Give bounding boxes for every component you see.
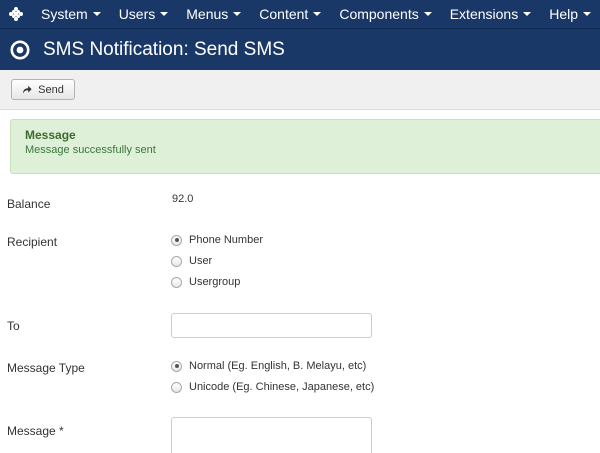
- recipient-label: Recipient: [7, 235, 58, 249]
- radio-label: Usergroup: [189, 276, 241, 288]
- radio-button[interactable]: [171, 381, 182, 393]
- menu-label: Content: [259, 6, 309, 22]
- radio-button[interactable]: [171, 234, 182, 246]
- menu-content[interactable]: Content: [250, 0, 330, 28]
- target-icon: [10, 40, 30, 59]
- to-label: To: [7, 319, 20, 333]
- caret-down-icon: [423, 12, 432, 16]
- radio-label: Phone Number: [189, 234, 263, 246]
- recipient-option-phone-number[interactable]: Phone Number: [171, 234, 263, 246]
- menu-label: Components: [339, 6, 419, 22]
- page-title: SMS Notification: Send SMS: [43, 38, 285, 60]
- joomla-logo-icon[interactable]: [0, 0, 32, 28]
- send-button-label: Send: [38, 83, 64, 96]
- message-type-label: Message Type: [7, 361, 85, 375]
- caret-down-icon: [583, 12, 591, 16]
- caret-down-icon: [233, 12, 242, 16]
- menu-label: Users: [118, 6, 156, 22]
- menu-label: Help: [549, 6, 578, 22]
- menu-components[interactable]: Components: [330, 0, 440, 28]
- caret-down-icon: [523, 12, 532, 16]
- toolbar: Send: [0, 70, 600, 110]
- menu-menus[interactable]: Menus: [177, 0, 250, 28]
- menu-label: System: [41, 6, 88, 22]
- balance-value: 92.0: [172, 193, 194, 205]
- share-arrow-icon: [23, 85, 32, 94]
- message-label: Message *: [7, 424, 64, 438]
- radio-button[interactable]: [171, 255, 182, 267]
- balance-label: Balance: [7, 197, 51, 211]
- to-input[interactable]: [171, 313, 372, 338]
- menu-label: Extensions: [449, 6, 519, 22]
- message-textarea[interactable]: [171, 417, 372, 453]
- menu-extensions[interactable]: Extensions: [441, 0, 540, 28]
- main-menu: System Users Menus Content Components Ex…: [32, 0, 600, 28]
- radio-button[interactable]: [171, 276, 182, 288]
- send-button[interactable]: Send: [11, 79, 75, 100]
- recipient-option-usergroup[interactable]: Usergroup: [171, 276, 240, 288]
- radio-label: User: [189, 255, 213, 267]
- page-header: SMS Notification: Send SMS: [0, 28, 600, 70]
- message-type-option-normal[interactable]: Normal (Eg. English, B. Melayu, etc): [171, 360, 366, 372]
- success-alert: Message Message successfully sent: [10, 119, 600, 174]
- menu-users[interactable]: Users: [110, 0, 178, 28]
- message-type-option-unicode[interactable]: Unicode (Eg. Chinese, Japanese, etc): [171, 381, 374, 393]
- radio-label: Normal (Eg. English, B. Melayu, etc): [189, 360, 367, 372]
- radio-label: Unicode (Eg. Chinese, Japanese, etc): [189, 381, 375, 393]
- menu-system[interactable]: System: [32, 0, 110, 28]
- menu-help[interactable]: Help: [540, 0, 600, 28]
- radio-button[interactable]: [171, 360, 182, 372]
- caret-down-icon: [313, 12, 322, 16]
- caret-down-icon: [92, 12, 101, 16]
- top-navbar: System Users Menus Content Components Ex…: [0, 0, 600, 28]
- caret-down-icon: [160, 12, 169, 16]
- alert-heading: Message: [25, 128, 76, 142]
- alert-message: Message successfully sent: [25, 144, 156, 156]
- recipient-option-user[interactable]: User: [171, 255, 212, 267]
- menu-label: Menus: [186, 6, 229, 22]
